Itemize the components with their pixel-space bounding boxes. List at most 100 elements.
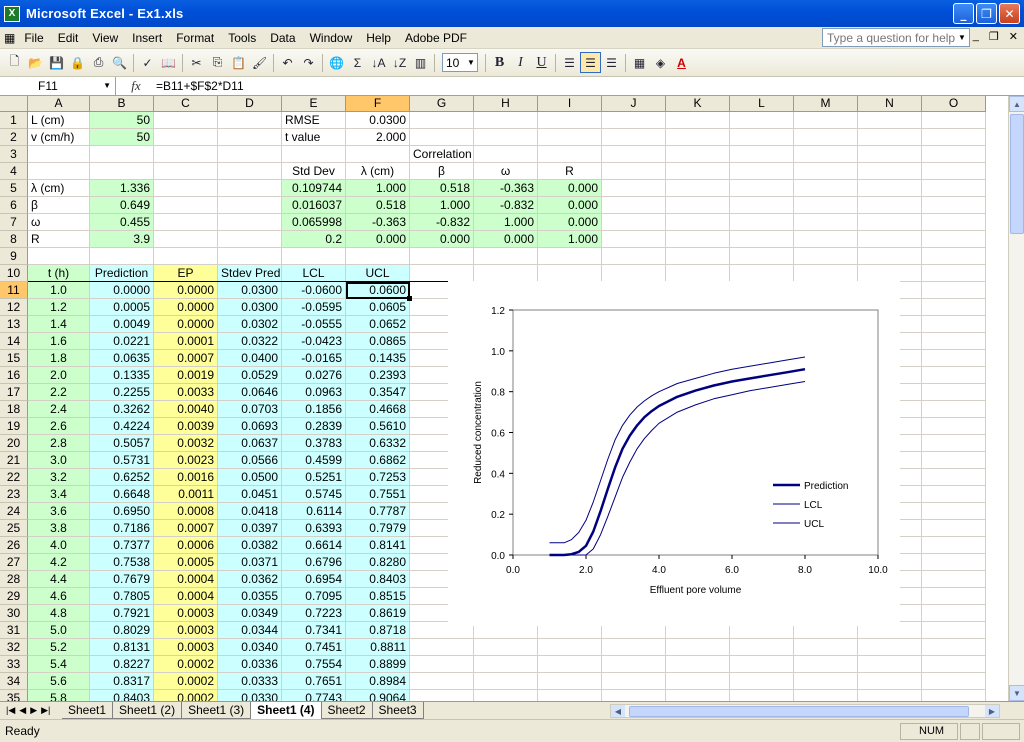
cell-a7[interactable]: ω xyxy=(28,214,90,231)
bold-button[interactable]: B xyxy=(489,52,510,73)
hyperlink-icon[interactable]: 🌐 xyxy=(326,52,347,73)
scroll-left-icon[interactable]: ◀ xyxy=(611,705,625,717)
column-header-g[interactable]: G xyxy=(410,96,474,112)
empty-cell[interactable] xyxy=(602,112,666,129)
empty-cell[interactable] xyxy=(538,673,602,690)
empty-cell[interactable] xyxy=(730,214,794,231)
table-cell-d27[interactable]: 0.0371 xyxy=(218,554,282,571)
empty-cell[interactable] xyxy=(922,486,986,503)
correlation-label[interactable]: Correlation xyxy=(410,146,474,163)
empty-cell[interactable] xyxy=(602,248,666,265)
row-header-27[interactable]: 27 xyxy=(0,554,28,571)
table-cell-f33[interactable]: 0.8899 xyxy=(346,656,410,673)
table-cell-e25[interactable]: 0.6393 xyxy=(282,520,346,537)
scroll-up-icon[interactable]: ▲ xyxy=(1009,96,1024,112)
empty-cell[interactable] xyxy=(218,197,282,214)
table-cell-a31[interactable]: 5.0 xyxy=(28,622,90,639)
empty-cell[interactable] xyxy=(154,214,218,231)
table-cell-c29[interactable]: 0.0004 xyxy=(154,588,218,605)
horizontal-scroll-thumb[interactable] xyxy=(629,706,969,717)
empty-cell[interactable] xyxy=(666,163,730,180)
empty-cell[interactable] xyxy=(794,163,858,180)
column-header-m[interactable]: M xyxy=(794,96,858,112)
cell-e6[interactable]: 0.016037 xyxy=(282,197,346,214)
table-cell-b16[interactable]: 0.1335 xyxy=(90,367,154,384)
table-cell-e17[interactable]: 0.0963 xyxy=(282,384,346,401)
empty-cell[interactable] xyxy=(922,418,986,435)
row-header-16[interactable]: 16 xyxy=(0,367,28,384)
fill-handle[interactable] xyxy=(407,296,412,301)
table-cell-d30[interactable]: 0.0349 xyxy=(218,605,282,622)
table-cell-d31[interactable]: 0.0344 xyxy=(218,622,282,639)
empty-cell[interactable] xyxy=(474,265,538,282)
empty-cell[interactable] xyxy=(474,656,538,673)
empty-cell[interactable] xyxy=(666,690,730,701)
menu-view[interactable]: View xyxy=(85,27,125,49)
horizontal-scrollbar[interactable]: ◀ ▶ xyxy=(610,704,1000,718)
column-header-i[interactable]: I xyxy=(538,96,602,112)
doc-minimize-button[interactable]: _ xyxy=(973,30,979,43)
table-cell-f24[interactable]: 0.7787 xyxy=(346,503,410,520)
copy-icon[interactable]: ⎘ xyxy=(207,52,228,73)
row-header-6[interactable]: 6 xyxy=(0,197,28,214)
empty-cell[interactable] xyxy=(730,197,794,214)
empty-cell[interactable] xyxy=(922,588,986,605)
table-cell-b33[interactable]: 0.8227 xyxy=(90,656,154,673)
table-cell-e30[interactable]: 0.7223 xyxy=(282,605,346,622)
table-cell-e31[interactable]: 0.7341 xyxy=(282,622,346,639)
first-sheet-icon[interactable]: |◀ xyxy=(6,705,15,716)
empty-cell[interactable] xyxy=(794,265,858,282)
empty-cell[interactable] xyxy=(28,248,90,265)
table-cell-b26[interactable]: 0.7377 xyxy=(90,537,154,554)
empty-cell[interactable] xyxy=(922,197,986,214)
empty-cell[interactable] xyxy=(410,248,474,265)
empty-cell[interactable] xyxy=(794,248,858,265)
table-cell-a35[interactable]: 5.8 xyxy=(28,690,90,701)
row-header-4[interactable]: 4 xyxy=(0,163,28,180)
empty-cell[interactable] xyxy=(602,690,666,701)
empty-cell[interactable] xyxy=(858,248,922,265)
empty-cell[interactable] xyxy=(922,282,986,299)
empty-cell[interactable] xyxy=(730,146,794,163)
row-header-21[interactable]: 21 xyxy=(0,452,28,469)
empty-cell[interactable] xyxy=(922,622,986,639)
doc-close-button[interactable]: ✕ xyxy=(1009,30,1018,43)
table-cell-d21[interactable]: 0.0566 xyxy=(218,452,282,469)
empty-cell[interactable] xyxy=(922,231,986,248)
table-cell-c35[interactable]: 0.0002 xyxy=(154,690,218,701)
empty-cell[interactable] xyxy=(666,146,730,163)
paste-icon[interactable]: 📋 xyxy=(228,52,249,73)
row-header-17[interactable]: 17 xyxy=(0,384,28,401)
cell-g6[interactable]: 1.000 xyxy=(410,197,474,214)
align-right-icon[interactable]: ☰ xyxy=(601,52,622,73)
table-cell-c32[interactable]: 0.0003 xyxy=(154,639,218,656)
table-cell-a29[interactable]: 4.6 xyxy=(28,588,90,605)
table-cell-c33[interactable]: 0.0002 xyxy=(154,656,218,673)
empty-cell[interactable] xyxy=(474,112,538,129)
table-cell-c27[interactable]: 0.0005 xyxy=(154,554,218,571)
empty-cell[interactable] xyxy=(730,265,794,282)
empty-cell[interactable] xyxy=(858,197,922,214)
cell-f4[interactable]: λ (cm) xyxy=(346,163,410,180)
cell-b6[interactable]: 0.649 xyxy=(90,197,154,214)
table-cell-f17[interactable]: 0.3547 xyxy=(346,384,410,401)
table-cell-e20[interactable]: 0.3783 xyxy=(282,435,346,452)
empty-cell[interactable] xyxy=(730,656,794,673)
table-cell-a32[interactable]: 5.2 xyxy=(28,639,90,656)
empty-cell[interactable] xyxy=(666,656,730,673)
table-cell-f13[interactable]: 0.0652 xyxy=(346,316,410,333)
row-header-12[interactable]: 12 xyxy=(0,299,28,316)
column-header-o[interactable]: O xyxy=(922,96,986,112)
table-header-f[interactable]: UCL xyxy=(346,265,410,282)
table-cell-e18[interactable]: 0.1856 xyxy=(282,401,346,418)
empty-cell[interactable] xyxy=(922,656,986,673)
row-header-14[interactable]: 14 xyxy=(0,333,28,350)
menu-help[interactable]: Help xyxy=(359,27,398,49)
table-cell-e16[interactable]: 0.0276 xyxy=(282,367,346,384)
table-cell-f21[interactable]: 0.6862 xyxy=(346,452,410,469)
empty-cell[interactable] xyxy=(602,265,666,282)
empty-cell[interactable] xyxy=(858,180,922,197)
table-cell-e13[interactable]: -0.0555 xyxy=(282,316,346,333)
table-cell-e15[interactable]: -0.0165 xyxy=(282,350,346,367)
table-cell-d19[interactable]: 0.0693 xyxy=(218,418,282,435)
